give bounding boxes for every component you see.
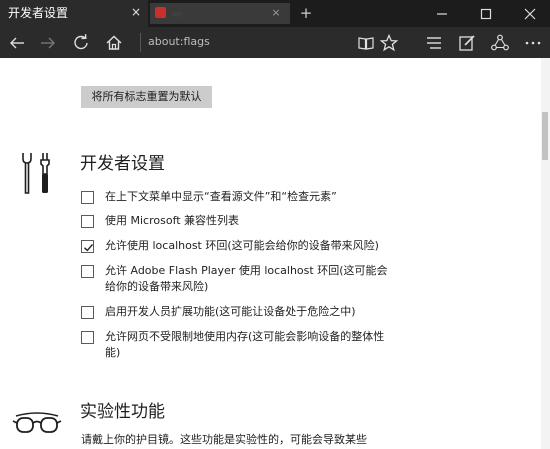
goggles-icon	[12, 412, 62, 433]
checkbox-checked[interactable]	[81, 240, 94, 253]
tab-favicon-icon	[155, 7, 166, 18]
tab-close-button[interactable]: ×	[129, 5, 143, 19]
address-url[interactable]: about:flags	[148, 35, 210, 49]
checkbox[interactable]	[81, 191, 94, 204]
share-icon[interactable]	[490, 33, 510, 53]
option-label: 允许 Adobe Flash Player 使用 localhost 环回(这可…	[105, 264, 388, 293]
checkmark-icon	[84, 243, 94, 252]
checkbox[interactable]	[81, 306, 94, 319]
close-window-icon[interactable]	[522, 6, 538, 22]
address-bar[interactable]: about:flags	[140, 27, 348, 58]
experimental-features-heading: 实验性功能	[80, 402, 165, 422]
more-actions-icon[interactable]	[523, 33, 543, 53]
forward-arrow-icon[interactable]	[38, 33, 58, 53]
scrollbar-thumb[interactable]	[542, 112, 548, 160]
tab-bar: 开发者设置 × ... × +	[0, 0, 550, 27]
home-icon[interactable]	[104, 33, 124, 53]
option-label: 允许使用 localhost 环回(这可能会给你的设备带来风险)	[105, 239, 379, 252]
checkbox[interactable]	[81, 331, 94, 344]
option-label: 使用 Microsoft 兼容性列表	[105, 214, 240, 227]
reset-flags-button[interactable]: 将所有标志重置为默认	[81, 86, 212, 108]
tab-developer-settings[interactable]: 开发者设置 ×	[0, 0, 148, 27]
option-label: 允许网页不受限制地使用内存(这可能会影响设备的整体性能)	[105, 330, 385, 359]
checkbox[interactable]	[81, 265, 94, 278]
developer-settings-heading: 开发者设置	[80, 154, 165, 174]
refresh-icon[interactable]	[71, 33, 91, 53]
maximize-icon[interactable]	[478, 6, 494, 22]
developer-tools-icon	[22, 153, 50, 194]
minimize-icon[interactable]	[434, 6, 450, 22]
option-label: 在上下文菜单中显示“查看源文件”和“检查元素”	[105, 190, 337, 203]
hub-menu-icon[interactable]	[424, 33, 444, 53]
back-arrow-icon[interactable]	[7, 33, 27, 53]
address-separator	[140, 33, 141, 52]
navigation-bar: about:flags	[0, 27, 550, 58]
tab-close-button[interactable]: ×	[269, 6, 283, 20]
favorite-star-icon[interactable]	[379, 33, 399, 53]
reading-view-icon[interactable]	[356, 33, 376, 53]
tab-title: 开发者设置	[8, 6, 69, 20]
tab-title: ...	[172, 7, 182, 18]
tab-other[interactable]: ... ×	[150, 3, 290, 24]
checkbox[interactable]	[81, 215, 94, 228]
option-label: 启用开发人员扩展功能(这可能让设备处于危险之中)	[105, 305, 356, 318]
new-tab-button[interactable]: +	[298, 5, 314, 21]
web-note-icon[interactable]	[457, 33, 477, 53]
experimental-description: 请戴上你的护目镜。这些功能是实验性的，可能会导致某些	[81, 433, 367, 446]
